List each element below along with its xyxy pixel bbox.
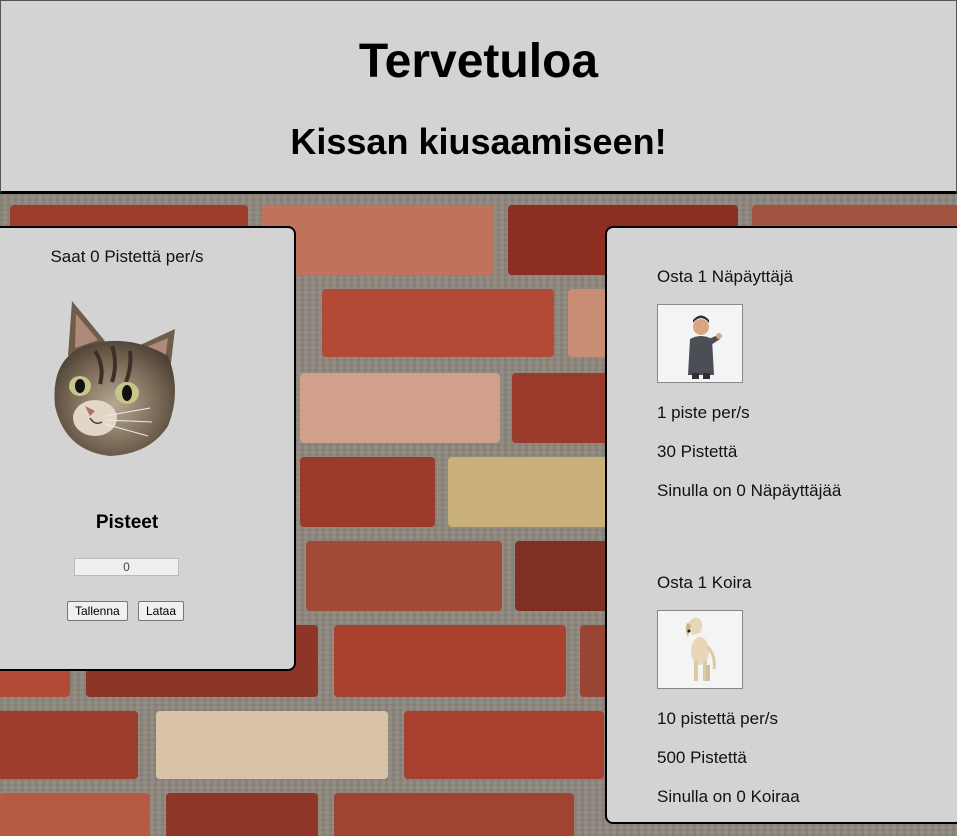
load-button[interactable]: Lataa: [138, 601, 185, 621]
buy-dog-button[interactable]: [657, 610, 743, 689]
dog-rate: 10 pistettä per/s: [657, 709, 778, 728]
score-field[interactable]: [74, 558, 179, 576]
dog-price: 500 Pistettä: [657, 748, 747, 767]
page-header: Tervetuloa Kissan kiusaamiseen!: [0, 0, 957, 194]
shop-panel: Osta 1 Näpäyttäjä 1 piste per/s 30 Piste…: [605, 226, 957, 824]
dog-icon: [658, 611, 742, 688]
buy-clicker-button[interactable]: [657, 304, 743, 383]
page-subtitle: Kissan kiusaamiseen!: [290, 121, 667, 162]
clicker-owned: Sinulla on 0 Näpäyttäjää: [657, 481, 842, 500]
clicker-panel: Saat 0 Pistettä per/s Pisteet 0 Tallenna…: [0, 226, 296, 671]
clicker-price: 30 Pistettä: [657, 442, 738, 461]
clicker-rate: 1 piste per/s: [657, 403, 750, 422]
dog-owned: Sinulla on 0 Koiraa: [657, 787, 800, 806]
score-label: Pisteet: [95, 512, 159, 533]
page-title: Tervetuloa: [358, 35, 599, 88]
save-button[interactable]: Tallenna: [67, 601, 128, 621]
man-pointing-icon: [658, 305, 742, 382]
buy-clicker-label: Osta 1 Näpäyttäjä: [657, 267, 794, 286]
cat-image-button[interactable]: [50, 296, 185, 461]
buy-dog-label: Osta 1 Koira: [657, 573, 752, 592]
points-per-second-text: Saat 0 Pistettä per/s: [50, 247, 204, 266]
